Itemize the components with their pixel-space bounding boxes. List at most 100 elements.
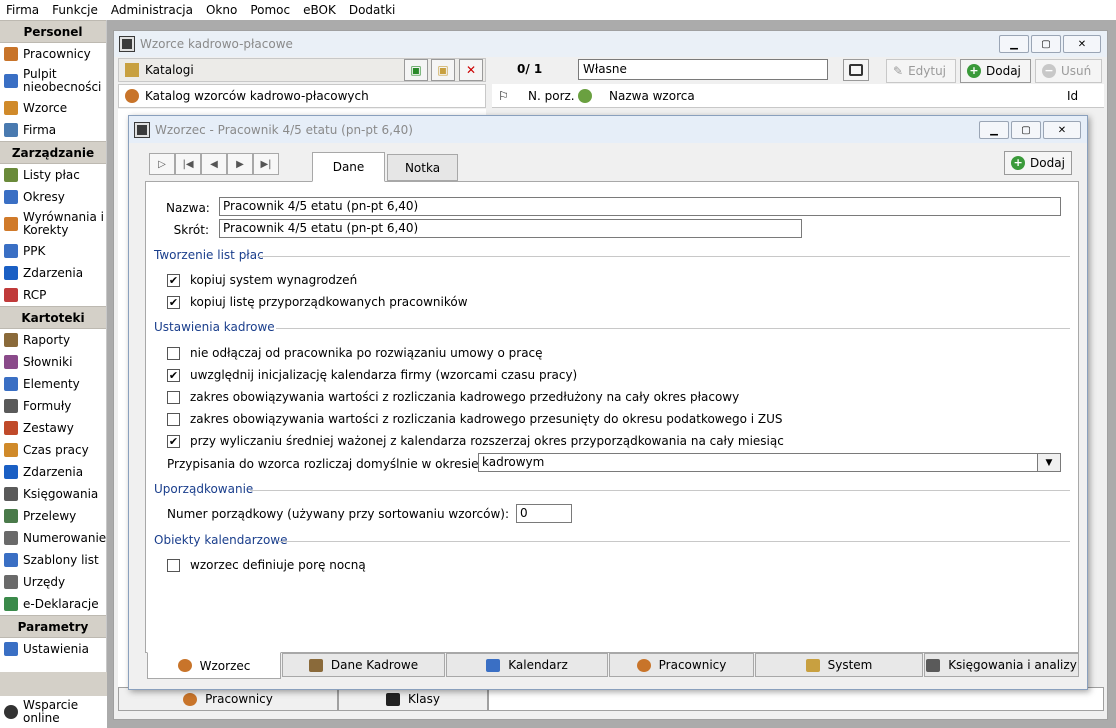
menu-firma[interactable]: Firma — [6, 3, 39, 17]
dialog-minimize-button[interactable]: ▁ — [979, 121, 1009, 139]
period-select[interactable]: kadrowym ▼ — [478, 453, 1061, 472]
support-online-button[interactable]: Wsparcie online — [0, 696, 107, 728]
nav-item-label: Okresy — [23, 189, 65, 204]
nav-item[interactable]: RCP — [0, 284, 106, 306]
nav-item[interactable]: e-Deklaracje — [0, 593, 106, 615]
checkbox-checked[interactable]: ✔ — [167, 434, 180, 448]
tab-kalendarz[interactable]: Kalendarz — [446, 653, 608, 677]
add-button[interactable]: + Dodaj — [960, 59, 1031, 83]
checkbox-checked[interactable]: ✔ — [167, 273, 180, 287]
nav-item[interactable]: Zdarzenia — [0, 262, 106, 284]
calendar-init-checkbox[interactable]: ✔ uwzględnij inicjalizację kalendarza fi… — [167, 368, 577, 382]
tab-system[interactable]: System — [755, 653, 923, 677]
extend-pay-period-checkbox[interactable]: zakres obowiązywania wartości z rozlicza… — [167, 390, 739, 404]
checkbox-unchecked[interactable] — [167, 558, 180, 572]
edit-folder-button[interactable]: ▣ — [431, 59, 455, 81]
first-record-button[interactable]: |◀ — [175, 153, 201, 175]
print-button[interactable] — [843, 59, 869, 81]
short-field[interactable]: Pracownik 4/5 etatu (pn-pt 6,40) — [219, 219, 802, 238]
remove-button[interactable]: − Usuń — [1035, 59, 1102, 83]
nav-item[interactable]: Przelewy — [0, 505, 106, 527]
nav-item[interactable]: Pulpit nieobecności — [0, 65, 106, 97]
copy-pay-system-checkbox[interactable]: ✔ kopiuj system wynagrodzeń — [167, 273, 357, 287]
nav-item[interactable]: Numerowanie — [0, 527, 106, 549]
menu-dodatki[interactable]: Dodatki — [349, 3, 396, 17]
bg-tab-pracownicy[interactable]: Pracownicy — [118, 687, 338, 711]
menu-administracja[interactable]: Administracja — [111, 3, 193, 17]
close-button[interactable]: ✕ — [1063, 35, 1101, 53]
checkbox-checked[interactable]: ✔ — [167, 295, 180, 309]
checkbox-checked[interactable]: ✔ — [167, 368, 180, 382]
next-record-button[interactable]: ▶ — [227, 153, 253, 175]
nav-item[interactable]: Firma — [0, 119, 106, 141]
nav-item[interactable]: Słowniki — [0, 351, 106, 373]
column-name[interactable]: Nazwa wzorca — [609, 89, 695, 103]
tab-ksiegowania[interactable]: Księgowania i analizy — [924, 653, 1079, 677]
list-template-icon — [4, 553, 18, 567]
nav-item[interactable]: Zestawy — [0, 417, 106, 439]
nav-item[interactable]: Czas pracy — [0, 439, 106, 461]
filter-field[interactable]: Własne — [578, 59, 828, 80]
checkbox-unchecked[interactable] — [167, 346, 180, 360]
catalog-tree-root[interactable]: Katalog wzorców kadrowo-płacowych — [118, 84, 486, 108]
group-divider — [276, 328, 1070, 329]
nav-item[interactable]: Listy płac — [0, 164, 106, 186]
prev-record-button[interactable]: ◀ — [201, 153, 227, 175]
nav-item[interactable]: Pracownicy — [0, 43, 106, 65]
column-nporz[interactable]: N. porz. — [528, 89, 575, 103]
weighted-average-checkbox[interactable]: ✔ przy wyliczaniu średniej ważonej z kal… — [167, 434, 784, 448]
dialog-bottom-tabs: Wzorzec Dane Kadrowe Kalendarz Pracownic… — [147, 652, 1079, 679]
play-button[interactable]: ▷ — [149, 153, 175, 175]
column-id[interactable]: Id — [1067, 89, 1078, 103]
shift-tax-period-checkbox[interactable]: zakres obowiązywania wartości z rozlicza… — [167, 412, 783, 426]
dialog-close-button[interactable]: ✕ — [1043, 121, 1081, 139]
nav-item[interactable]: Wzorce — [0, 97, 106, 119]
order-field[interactable]: 0 — [516, 504, 572, 523]
edit-button[interactable]: ✎ Edytuj — [886, 59, 956, 83]
payroll-icon — [4, 168, 18, 182]
dialog-add-button[interactable]: + Dodaj — [1004, 151, 1072, 175]
delete-folder-button[interactable]: ✕ — [459, 59, 483, 81]
nav-item-label: RCP — [23, 287, 47, 302]
nav-item[interactable]: Ustawienia — [0, 638, 106, 660]
nav-item[interactable]: Urzędy — [0, 571, 106, 593]
calendar-init-label: uwzględnij inicjalizację kalendarza firm… — [190, 368, 578, 382]
menu-pomoc[interactable]: Pomoc — [250, 3, 290, 17]
night-time-checkbox[interactable]: wzorzec definiuje porę nocną — [167, 558, 366, 572]
checkbox-unchecked[interactable] — [167, 390, 180, 404]
templates-window-titlebar: Wzorce kadrowo-płacowe — [114, 31, 1107, 57]
name-field[interactable]: Pracownik 4/5 etatu (pn-pt 6,40) — [219, 197, 1061, 216]
minimize-button[interactable]: ▁ — [999, 35, 1029, 53]
last-icon: ▶| — [260, 158, 272, 170]
nav-item[interactable]: Szablony list — [0, 549, 106, 571]
dropdown-arrow-icon[interactable]: ▼ — [1037, 453, 1061, 472]
nav-item[interactable]: Zdarzenia — [0, 461, 106, 483]
dialog-maximize-button[interactable]: ▢ — [1011, 121, 1041, 139]
nav-item[interactable]: Formuły — [0, 395, 106, 417]
menu-ebok[interactable]: eBOK — [303, 3, 336, 17]
last-record-button[interactable]: ▶| — [253, 153, 279, 175]
tab-dane[interactable]: Dane — [312, 152, 385, 182]
copy-employees-checkbox[interactable]: ✔ kopiuj listę przyporządkowanych pracow… — [167, 295, 468, 309]
add-folder-button[interactable]: ▣ — [404, 59, 428, 81]
nav-item[interactable]: PPK — [0, 240, 106, 262]
nav-item[interactable]: Księgowania — [0, 483, 106, 505]
nav-item[interactable]: Wyrównania i Korekty — [0, 208, 106, 240]
nav-item[interactable]: Okresy — [0, 186, 106, 208]
tab-dane-kadrowe[interactable]: Dane Kadrowe — [282, 653, 445, 677]
nav-item-label: Zdarzenia — [23, 265, 84, 280]
tab-notka[interactable]: Notka — [387, 154, 458, 181]
dictionary-icon — [4, 355, 18, 369]
nav-item[interactable]: Elementy — [0, 373, 106, 395]
maximize-button[interactable]: ▢ — [1031, 35, 1061, 53]
elements-icon — [4, 377, 18, 391]
checkbox-unchecked[interactable] — [167, 412, 180, 426]
nav-item[interactable]: Raporty — [0, 329, 106, 351]
weighted-average-label: przy wyliczaniu średniej ważonej z kalen… — [190, 434, 784, 448]
menu-funkcje[interactable]: Funkcje — [52, 3, 98, 17]
tab-pracownicy[interactable]: Pracownicy — [609, 653, 754, 677]
bg-tab-klasy[interactable]: Klasy — [338, 687, 488, 711]
menu-okno[interactable]: Okno — [206, 3, 237, 17]
tab-wzorzec[interactable]: Wzorzec — [147, 652, 281, 679]
keep-after-termination-checkbox[interactable]: nie odłączaj od pracownika po rozwiązani… — [167, 346, 543, 360]
